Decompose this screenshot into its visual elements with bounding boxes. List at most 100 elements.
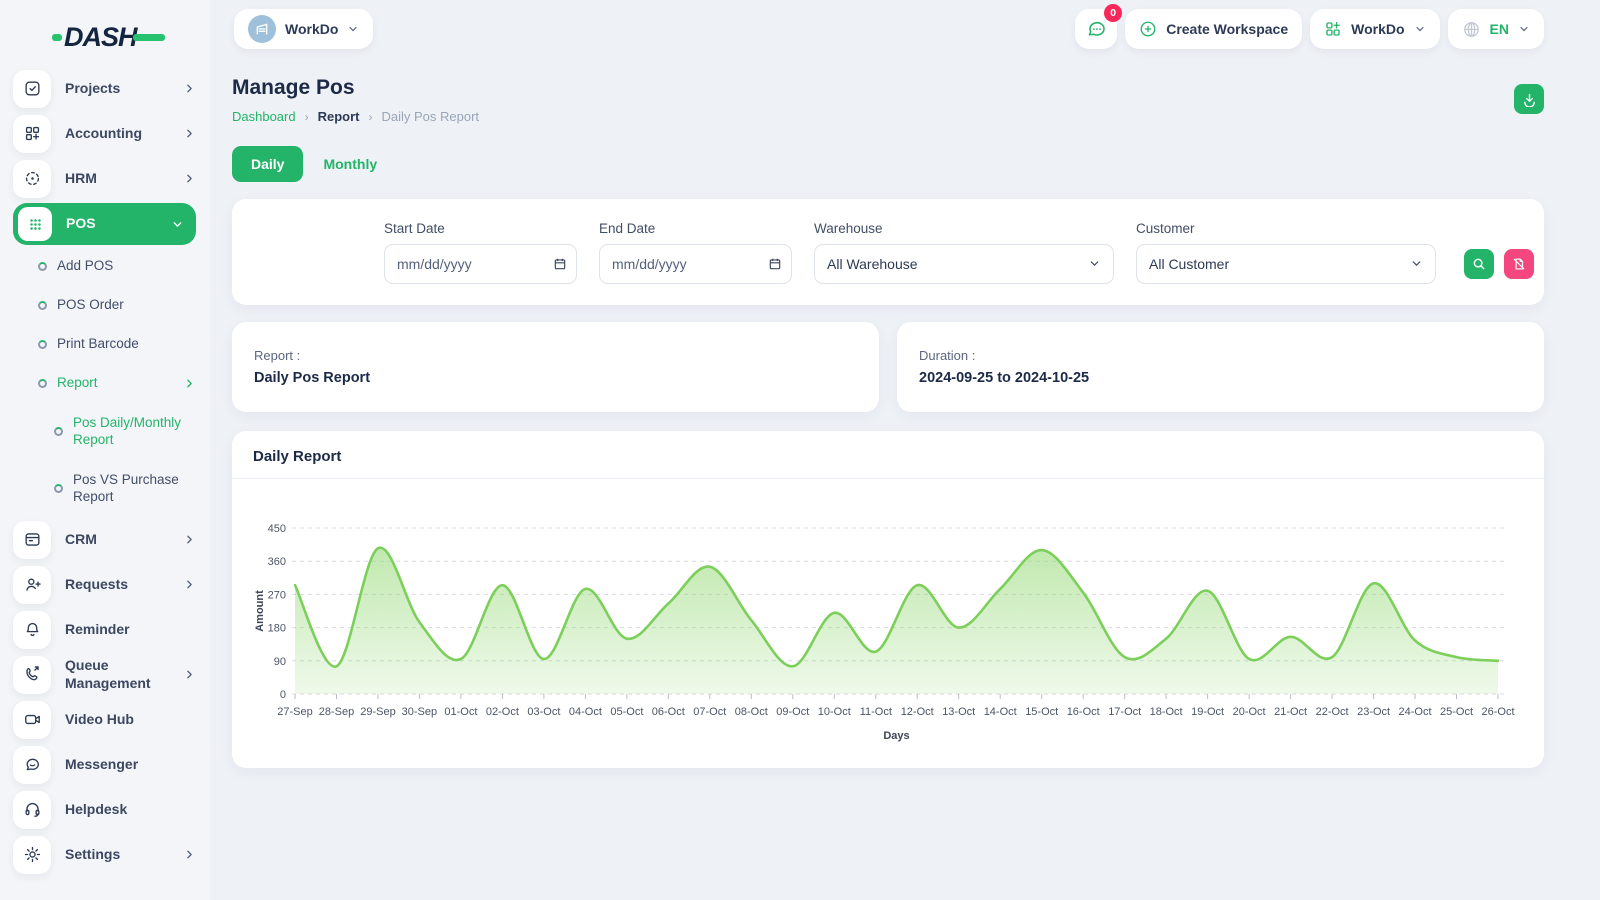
create-workspace-label: Create Workspace [1166, 21, 1288, 37]
duration-value: 2024-09-25 to 2024-10-25 [919, 370, 1522, 386]
warehouse-select[interactable]: All Warehouse [814, 244, 1114, 284]
sidebar-item-label: Accounting [65, 125, 183, 143]
sidebar-item-settings[interactable]: Settings [0, 832, 210, 877]
customer-value: All Customer [1149, 256, 1229, 272]
sidebar-item-requests[interactable]: Requests [0, 562, 210, 607]
phone-call-icon [13, 656, 51, 694]
reset-filter-button[interactable] [1504, 249, 1534, 279]
sidebar-item-helpdesk[interactable]: Helpdesk [0, 787, 210, 832]
browser-window-icon [13, 521, 51, 559]
sidebar-item-hrm[interactable]: HRM [0, 156, 210, 201]
clear-filter-icon [1512, 257, 1526, 271]
chart-title: Daily Report [232, 431, 1544, 479]
sidebar-item-messenger[interactable]: Messenger [0, 742, 210, 787]
warehouse-value: All Warehouse [827, 256, 918, 272]
svg-text:18-Oct: 18-Oct [1150, 706, 1183, 718]
sidebar-item-crm[interactable]: CRM [0, 517, 210, 562]
user-plus-icon [13, 566, 51, 604]
sidebar-item-add-pos[interactable]: Add POS [0, 247, 210, 286]
tab-monthly[interactable]: Monthly [317, 146, 383, 182]
sidebar-item-pos-order[interactable]: POS Order [0, 286, 210, 325]
chat-bubble-icon [13, 746, 51, 784]
sidebar-item-label: Reminder [65, 621, 196, 639]
sidebar-item-pos[interactable]: POS [13, 203, 196, 245]
gear-icon [13, 836, 51, 874]
breadcrumb-current: Daily Pos Report [382, 109, 480, 124]
sidebar: DASH Projects Accounting HRM POSAdd POS POS … [0, 0, 210, 900]
sidebar-item-pos-daily-monthly-report[interactable]: Pos Daily/Monthly Report [0, 403, 210, 460]
customer-select[interactable]: All Customer [1136, 244, 1436, 284]
chevron-down-icon [1088, 257, 1101, 270]
download-icon [1522, 92, 1537, 107]
svg-text:04-Oct: 04-Oct [569, 706, 602, 718]
sidebar-item-label: Pos VS Purchase Report [73, 472, 195, 506]
sidebar-item-accounting[interactable]: Accounting [0, 111, 210, 156]
breadcrumb-report[interactable]: Report [318, 109, 360, 124]
page-title: Manage Pos [232, 76, 479, 100]
svg-text:21-Oct: 21-Oct [1274, 706, 1307, 718]
sidebar-item-label: CRM [65, 531, 183, 549]
headset-icon [13, 791, 51, 829]
sidebar-item-label: POS Order [57, 297, 196, 314]
tab-daily[interactable]: Daily [232, 146, 303, 182]
chevron-down-icon [1414, 23, 1426, 35]
svg-text:180: 180 [268, 623, 286, 635]
svg-text:24-Oct: 24-Oct [1398, 706, 1431, 718]
svg-text:16-Oct: 16-Oct [1067, 706, 1100, 718]
svg-text:19-Oct: 19-Oct [1191, 706, 1224, 718]
sidebar-item-reminder[interactable]: Reminder [0, 607, 210, 652]
chevron-right-icon [183, 578, 196, 591]
sidebar-item-label: Projects [65, 80, 183, 98]
sidebar-item-label: Report [57, 375, 183, 392]
sidebar-item-projects[interactable]: Projects [0, 66, 210, 111]
language-selector[interactable]: EN [1448, 9, 1544, 49]
sidebar-item-label: Print Barcode [57, 336, 196, 353]
report-period-tabs: Daily Monthly [232, 146, 1544, 182]
messages-badge: 0 [1104, 4, 1122, 22]
sidebar-item-queue-management[interactable]: Queue Management [0, 652, 210, 697]
sidebar-item-video-hub[interactable]: Video Hub [0, 697, 210, 742]
workdo-menu[interactable]: WorkDo [1310, 9, 1439, 49]
chevron-down-icon [1410, 257, 1423, 270]
svg-text:Days: Days [883, 730, 909, 742]
svg-text:450: 450 [268, 523, 286, 535]
start-date-label: Start Date [384, 221, 577, 236]
svg-text:06-Oct: 06-Oct [652, 706, 685, 718]
download-button[interactable] [1514, 84, 1544, 114]
building-icon [254, 21, 270, 37]
svg-text:17-Oct: 17-Oct [1108, 706, 1141, 718]
warehouse-label: Warehouse [814, 221, 1114, 236]
svg-text:01-Oct: 01-Oct [444, 706, 477, 718]
language-code: EN [1490, 21, 1509, 37]
svg-text:Amount: Amount [254, 590, 266, 632]
sidebar-item-label: Video Hub [65, 711, 196, 729]
sidebar-item-report[interactable]: Report [0, 364, 210, 403]
workspace-selector[interactable]: WorkDo [234, 9, 373, 49]
sidebar-item-print-barcode[interactable]: Print Barcode [0, 325, 210, 364]
create-workspace-button[interactable]: Create Workspace [1125, 9, 1302, 49]
chevron-down-icon [347, 23, 359, 35]
svg-text:09-Oct: 09-Oct [776, 706, 809, 718]
workspace-name: WorkDo [285, 21, 338, 37]
bullet-icon [38, 340, 47, 349]
bullet-icon [38, 379, 47, 388]
workdo-menu-label: WorkDo [1351, 21, 1404, 37]
svg-text:08-Oct: 08-Oct [735, 706, 768, 718]
grid-plus-icon [13, 115, 51, 153]
sidebar-item-pos-vs-purchase-report[interactable]: Pos VS Purchase Report [0, 460, 210, 517]
search-button[interactable] [1464, 249, 1494, 279]
report-summary-card: Report : Daily Pos Report [232, 322, 879, 412]
breadcrumb-dashboard[interactable]: Dashboard [232, 109, 296, 124]
messages-button[interactable]: 0 [1075, 9, 1117, 49]
svg-text:15-Oct: 15-Oct [1025, 706, 1058, 718]
svg-text:03-Oct: 03-Oct [527, 706, 560, 718]
chevron-down-icon [1518, 23, 1530, 35]
grid-squares-icon [1324, 20, 1342, 38]
start-date-input[interactable] [384, 244, 577, 284]
brand-logo[interactable]: DASH [0, 14, 210, 60]
sidebar-item-label: HRM [65, 170, 183, 188]
end-date-input[interactable] [599, 244, 792, 284]
chevron-right-icon [183, 377, 196, 390]
breadcrumb-separator-icon: › [369, 110, 373, 124]
chat-dots-icon [1086, 19, 1107, 40]
